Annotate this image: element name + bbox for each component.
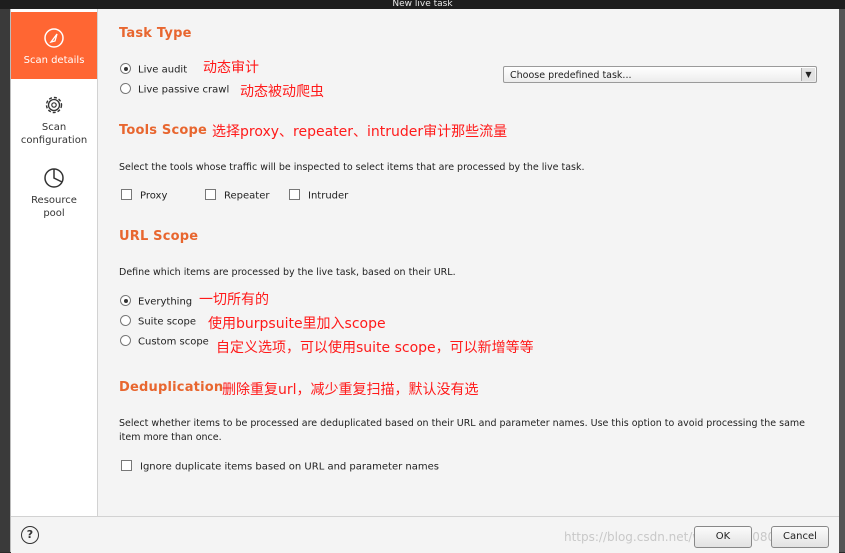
cancel-button[interactable]: Cancel bbox=[771, 526, 829, 548]
window-title: New live task bbox=[392, 0, 453, 9]
annotation-suite-scope: 使用burpsuite里加入scope bbox=[208, 316, 386, 332]
radio-label: Live passive crawl bbox=[138, 84, 230, 96]
radio-button-selected[interactable] bbox=[120, 63, 131, 74]
url-scope-title: URL Scope bbox=[119, 229, 199, 244]
annotation-custom-scope: 自定义选项，可以使用suite scope，可以新增等等 bbox=[216, 340, 534, 356]
radio-suite-scope[interactable]: Suite scope bbox=[120, 315, 197, 328]
background-window-edge-right bbox=[838, 9, 845, 552]
radio-label: Live audit bbox=[138, 64, 188, 76]
main-content: Task Type Live audit 动态审计 Live passive c… bbox=[98, 9, 839, 516]
checkbox[interactable] bbox=[289, 189, 300, 200]
annotation-deduplication: 删除重复url，减少重复扫描，默认没有选 bbox=[222, 382, 479, 398]
predefined-task-select[interactable]: Choose predefined task... ▼ bbox=[503, 66, 817, 83]
sidebar-item-label: Scan details bbox=[23, 55, 85, 66]
checkbox-label: Ignore duplicate items based on URL and … bbox=[140, 461, 439, 473]
checkbox-repeater[interactable]: Repeater bbox=[205, 189, 270, 202]
checkbox-label: Proxy bbox=[140, 190, 168, 202]
task-type-title: Task Type bbox=[119, 26, 192, 41]
radio-custom-scope[interactable]: Custom scope bbox=[120, 335, 209, 348]
annotation-live-passive-crawl: 动态被动爬虫 bbox=[240, 84, 324, 100]
radio-button-selected[interactable] bbox=[120, 295, 131, 306]
sidebar-item-resource-pool[interactable]: Resource pool bbox=[11, 166, 97, 220]
deduplication-description: Select whether items to be processed are… bbox=[119, 418, 805, 443]
checkbox-label: Repeater bbox=[224, 190, 270, 202]
sidebar-item-label: Resource pool bbox=[31, 195, 77, 219]
select-value: Choose predefined task... bbox=[510, 70, 632, 81]
radio-label: Everything bbox=[138, 296, 193, 308]
gear-icon bbox=[45, 96, 63, 114]
window-titlebar: New live task bbox=[0, 0, 845, 9]
scan-details-icon bbox=[44, 28, 64, 48]
radio-everything[interactable]: Everything bbox=[120, 295, 193, 308]
help-icon[interactable]: ? bbox=[21, 526, 39, 544]
sidebar: Scan details Scan configuration Resource… bbox=[11, 9, 98, 516]
background-window-edge bbox=[0, 9, 10, 552]
sidebar-item-scan-details[interactable]: Scan details bbox=[11, 12, 97, 79]
dialog-footer: ? https://blog.csdn.net/weixin_45080967 … bbox=[11, 516, 839, 553]
checkbox[interactable] bbox=[121, 460, 132, 471]
annotation-tools-scope: 选择proxy、repeater、intruder审计那些流量 bbox=[212, 124, 508, 140]
sidebar-item-scan-configuration[interactable]: Scan configuration bbox=[11, 93, 97, 147]
radio-live-audit[interactable]: Live audit bbox=[120, 63, 188, 76]
sidebar-item-label: Scan configuration bbox=[20, 122, 88, 146]
checkbox-label: Intruder bbox=[308, 190, 349, 202]
annotation-everything: 一切所有的 bbox=[199, 292, 269, 308]
radio-button[interactable] bbox=[120, 315, 131, 326]
tools-scope-description: Select the tools whose traffic will be i… bbox=[119, 162, 585, 173]
checkbox-proxy[interactable]: Proxy bbox=[121, 189, 168, 202]
radio-label: Suite scope bbox=[138, 316, 197, 328]
deduplication-title: Deduplication bbox=[119, 380, 224, 395]
radio-label: Custom scope bbox=[138, 336, 209, 348]
ok-button[interactable]: OK bbox=[694, 526, 752, 548]
new-live-task-dialog: Scan details Scan configuration Resource… bbox=[10, 9, 839, 553]
tools-scope-title: Tools Scope bbox=[119, 123, 208, 138]
checkbox[interactable] bbox=[121, 189, 132, 200]
checkbox-intruder[interactable]: Intruder bbox=[289, 189, 349, 202]
pie-chart-icon bbox=[44, 168, 64, 188]
url-scope-description: Define which items are processed by the … bbox=[119, 267, 456, 278]
radio-live-passive-crawl[interactable]: Live passive crawl bbox=[120, 83, 230, 96]
checkbox-ignore-duplicates[interactable]: Ignore duplicate items based on URL and … bbox=[121, 460, 439, 473]
watermark: https://blog.csdn.net/weixin_45080967 bbox=[564, 530, 799, 544]
checkbox[interactable] bbox=[205, 189, 216, 200]
radio-button[interactable] bbox=[120, 335, 131, 346]
annotation-live-audit: 动态审计 bbox=[203, 60, 259, 76]
radio-button[interactable] bbox=[120, 83, 131, 94]
chevron-down-icon[interactable]: ▼ bbox=[801, 68, 815, 81]
